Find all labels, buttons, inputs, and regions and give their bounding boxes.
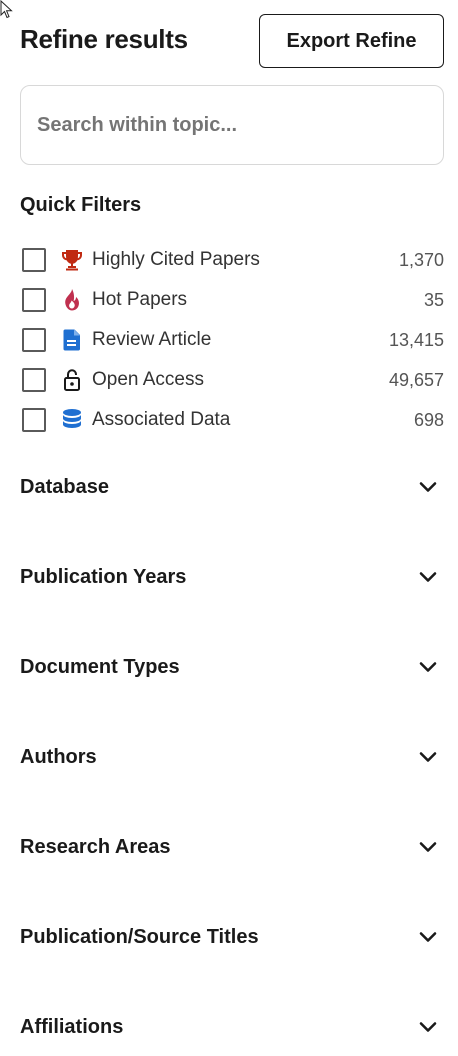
facet-research-areas[interactable]: Research Areas bbox=[20, 802, 444, 892]
associated-data-checkbox[interactable] bbox=[22, 408, 46, 432]
review-article-checkbox[interactable] bbox=[22, 328, 46, 352]
refine-panel: Refine results Export Refine Quick Filte… bbox=[0, 0, 458, 1056]
document-icon bbox=[60, 328, 84, 352]
search-box bbox=[20, 85, 444, 165]
chevron-down-icon bbox=[419, 842, 437, 852]
filter-count: 49,657 bbox=[388, 369, 444, 390]
chevron-down-icon bbox=[419, 572, 437, 582]
filter-label: Highly Cited Papers bbox=[92, 249, 260, 270]
facet-database[interactable]: Database bbox=[20, 442, 444, 532]
trophy-icon bbox=[60, 248, 84, 272]
chevron-down-icon bbox=[419, 1022, 437, 1032]
quick-filter-hot-papers: Hot Papers 35 bbox=[22, 280, 444, 320]
highly-cited-checkbox[interactable] bbox=[22, 248, 46, 272]
unlock-icon bbox=[60, 368, 84, 392]
search-within-topic-input[interactable] bbox=[21, 86, 443, 164]
facet-label: Affiliations bbox=[20, 1015, 124, 1038]
filter-label: Associated Data bbox=[92, 409, 231, 430]
header: Refine results Export Refine bbox=[20, 14, 444, 68]
filter-count: 1,370 bbox=[398, 249, 444, 270]
hot-papers-checkbox[interactable] bbox=[22, 288, 46, 312]
facet-label: Database bbox=[20, 475, 109, 498]
chevron-down-icon bbox=[419, 752, 437, 762]
facet-list: Database Publication Years Document Type… bbox=[20, 442, 444, 1056]
quick-filter-open-access: Open Access 49,657 bbox=[22, 360, 444, 400]
quick-filter-associated-data: Associated Data 698 bbox=[22, 400, 444, 440]
facet-publication-years[interactable]: Publication Years bbox=[20, 532, 444, 622]
chevron-down-icon bbox=[419, 932, 437, 942]
filter-label: Hot Papers bbox=[92, 289, 188, 310]
facet-label: Research Areas bbox=[20, 835, 171, 858]
filter-label: Open Access bbox=[92, 369, 204, 390]
facet-affiliations[interactable]: Affiliations bbox=[20, 982, 444, 1056]
facet-label: Publication/Source Titles bbox=[20, 925, 259, 948]
facet-label: Authors bbox=[20, 745, 97, 768]
filter-label: Review Article bbox=[92, 329, 212, 350]
facet-label: Document Types bbox=[20, 655, 180, 678]
quick-filters-list: Highly Cited Papers 1,370 Hot Papers 35 bbox=[22, 240, 444, 440]
facet-label: Publication Years bbox=[20, 565, 187, 588]
filter-count: 13,415 bbox=[388, 329, 444, 350]
filter-count: 35 bbox=[423, 289, 444, 310]
chevron-down-icon bbox=[419, 482, 437, 492]
open-access-checkbox[interactable] bbox=[22, 368, 46, 392]
database-icon bbox=[60, 408, 84, 432]
facet-authors[interactable]: Authors bbox=[20, 712, 444, 802]
page-title: Refine results bbox=[20, 24, 188, 54]
quick-filters-heading: Quick Filters bbox=[20, 194, 142, 216]
flame-icon bbox=[60, 288, 84, 312]
quick-filter-review-article: Review Article 13,415 bbox=[22, 320, 444, 360]
chevron-down-icon bbox=[419, 662, 437, 672]
facet-publication-source-titles[interactable]: Publication/Source Titles bbox=[20, 892, 444, 982]
filter-count: 698 bbox=[413, 409, 444, 430]
mouse-pointer-icon bbox=[0, 0, 13, 19]
export-refine-button[interactable]: Export Refine bbox=[259, 14, 444, 68]
quick-filter-highly-cited: Highly Cited Papers 1,370 bbox=[22, 240, 444, 280]
facet-document-types[interactable]: Document Types bbox=[20, 622, 444, 712]
